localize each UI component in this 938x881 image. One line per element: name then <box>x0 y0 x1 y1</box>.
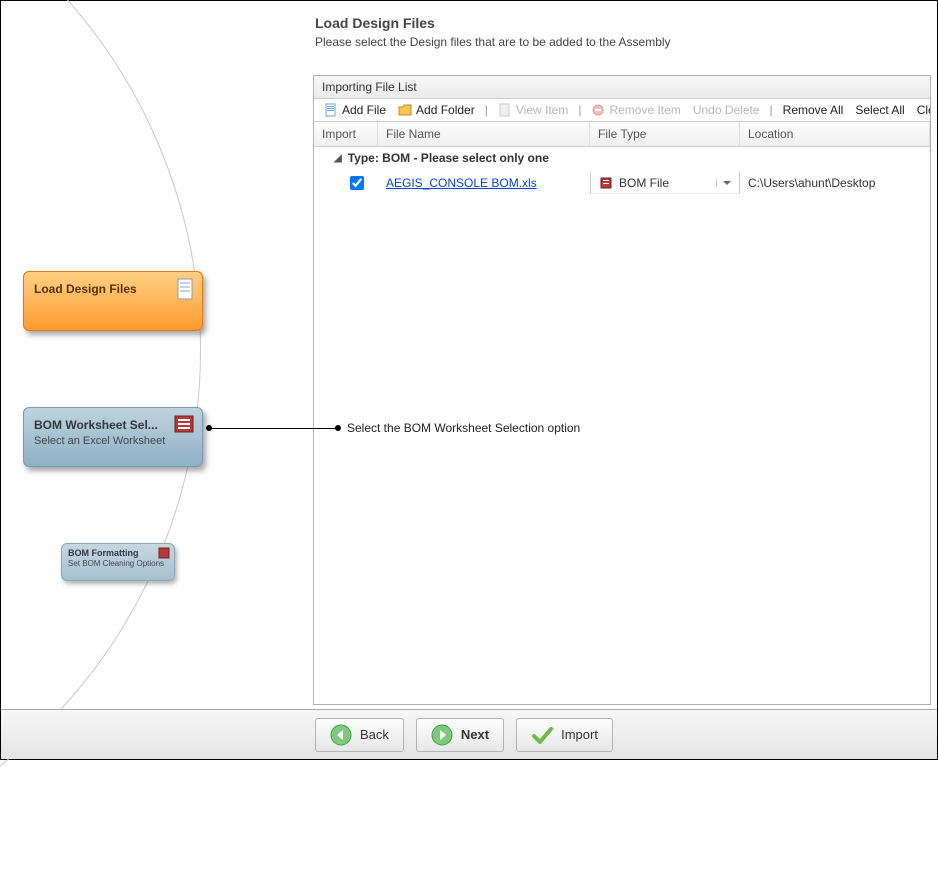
step-bom-formatting[interactable]: BOM Formatting Set BOM Cleaning Options <box>61 543 175 581</box>
add-folder-button[interactable]: Add Folder <box>394 102 479 118</box>
page-title: Load Design Files <box>315 15 931 31</box>
step-subtitle: Select an Excel Worksheet <box>34 435 192 447</box>
back-button[interactable]: Back <box>315 718 404 752</box>
arrow-left-icon <box>330 724 352 746</box>
step-title: Load Design Files <box>34 282 192 296</box>
toolbar-separator: | <box>576 103 583 117</box>
column-filetype[interactable]: File Type <box>590 122 740 146</box>
clear-all-label: Clear All <box>917 103 930 117</box>
add-folder-label: Add Folder <box>416 103 475 117</box>
group-label: Type: BOM - Please select only one <box>348 151 549 165</box>
select-all-label: Select All <box>855 103 904 117</box>
grid-header: Import File Name File Type Location <box>314 122 930 147</box>
location-label: C:\Users\ahunt\Desktop <box>748 176 875 190</box>
undo-delete-label: Undo Delete <box>693 103 760 117</box>
next-button[interactable]: Next <box>416 718 504 752</box>
collapse-icon[interactable]: ◢ <box>334 153 342 164</box>
panel-title: Importing File List <box>314 76 930 98</box>
excel-icon <box>174 414 194 434</box>
cell-filetype[interactable]: BOM File <box>590 172 740 194</box>
file-link[interactable]: AEGIS_CONSOLE BOM.xls <box>386 176 537 190</box>
select-all-button[interactable]: Select All <box>851 102 908 118</box>
format-icon <box>158 547 170 559</box>
arrow-right-icon <box>431 724 453 746</box>
callout-line <box>207 428 339 429</box>
file-icon <box>324 103 338 117</box>
header: Load Design Files Please select the Desi… <box>15 9 931 71</box>
step-title: BOM Worksheet Sel... <box>34 418 192 432</box>
clear-all-button[interactable]: Clear All <box>913 102 930 118</box>
remove-all-button[interactable]: Remove All <box>779 102 848 118</box>
cell-import <box>314 171 378 195</box>
chevron-down-icon[interactable] <box>716 179 731 187</box>
wizard-frame: Load Design Files Please select the Desi… <box>0 0 938 760</box>
wizard-steps: Load Design Files BOM Worksheet Sel... S… <box>23 271 203 581</box>
step-subtitle: Set BOM Cleaning Options <box>68 559 168 568</box>
column-location[interactable]: Location <box>740 122 930 146</box>
undo-delete-button: Undo Delete <box>689 102 764 118</box>
step-title: BOM Formatting <box>68 548 168 558</box>
toolbar: Add File Add Folder | View Item | R <box>314 98 930 122</box>
view-icon <box>498 103 512 117</box>
cell-filename: AEGIS_CONSOLE BOM.xls <box>378 174 590 192</box>
callout-anchor <box>335 425 341 431</box>
back-label: Back <box>360 727 389 742</box>
toolbar-separator: | <box>483 103 490 117</box>
remove-item-button: Remove Item <box>587 102 684 118</box>
toolbar-separator: | <box>768 103 775 117</box>
column-filename[interactable]: File Name <box>378 122 590 146</box>
next-label: Next <box>461 727 489 742</box>
bom-file-icon <box>599 176 613 190</box>
page-subtitle: Please select the Design files that are … <box>315 35 931 49</box>
import-label: Import <box>561 727 598 742</box>
add-file-button[interactable]: Add File <box>320 102 390 118</box>
view-item-button: View Item <box>494 102 572 118</box>
document-icon <box>176 278 194 300</box>
check-icon <box>531 724 553 746</box>
callout-anchor <box>206 425 212 431</box>
step-load-design-files[interactable]: Load Design Files <box>23 271 203 331</box>
importing-file-list-panel: Importing File List Add File Add Folder … <box>313 75 931 705</box>
import-button[interactable]: Import <box>516 718 613 752</box>
remove-icon <box>591 103 605 117</box>
footer: Back Next Import <box>1 709 937 759</box>
table-row[interactable]: AEGIS_CONSOLE BOM.xls BOM File C:\Users\… <box>314 169 930 197</box>
step-bom-worksheet-selection[interactable]: BOM Worksheet Sel... Select an Excel Wor… <box>23 407 203 467</box>
cell-location: C:\Users\ahunt\Desktop <box>740 174 930 192</box>
import-checkbox[interactable] <box>350 176 364 190</box>
remove-all-label: Remove All <box>783 103 844 117</box>
remove-item-label: Remove Item <box>609 103 680 117</box>
folder-icon <box>398 103 412 117</box>
filetype-label: BOM File <box>619 176 669 190</box>
view-item-label: View Item <box>516 103 568 117</box>
column-import[interactable]: Import <box>314 122 378 146</box>
group-row-bom[interactable]: ◢ Type: BOM - Please select only one <box>314 147 930 169</box>
add-file-label: Add File <box>342 103 386 117</box>
callout-text: Select the BOM Worksheet Selection optio… <box>347 421 580 435</box>
